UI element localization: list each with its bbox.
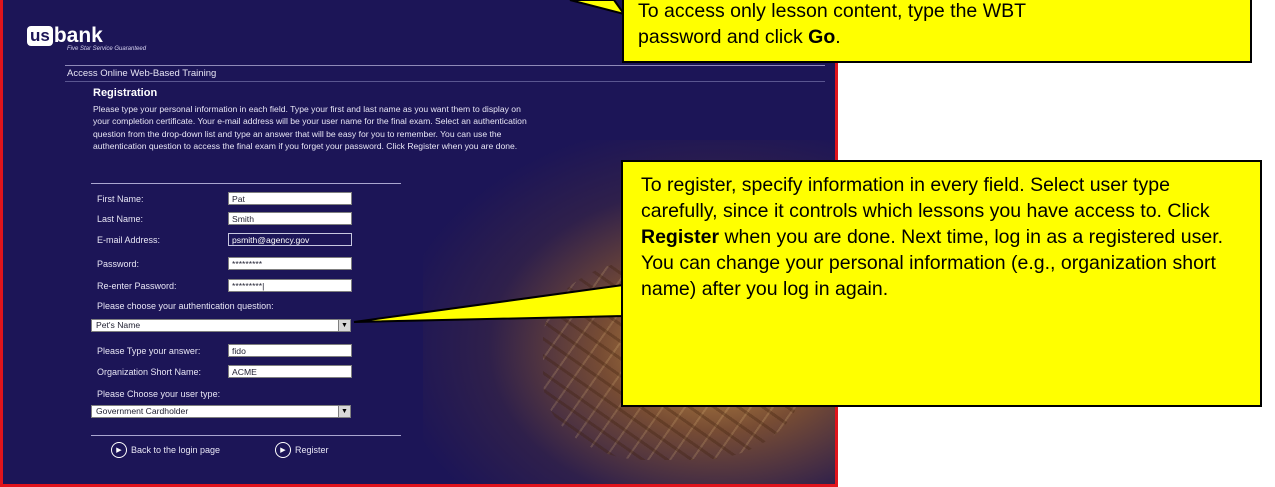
callout-register-instructions: To register, specify information in ever… (621, 160, 1262, 407)
callout-main-text-1: To register, specify information in ever… (641, 174, 1210, 222)
callout-main-bold: Register (641, 226, 720, 248)
callout-top-line1: To access only lesson content, type the … (638, 0, 1027, 22)
callout-wbt-password: To access only lesson content, type the … (622, 0, 1252, 63)
callout-main-text-2: when you are done. Next time, log in as … (641, 226, 1224, 300)
callout-top-line2: password and click Go. (638, 26, 841, 48)
